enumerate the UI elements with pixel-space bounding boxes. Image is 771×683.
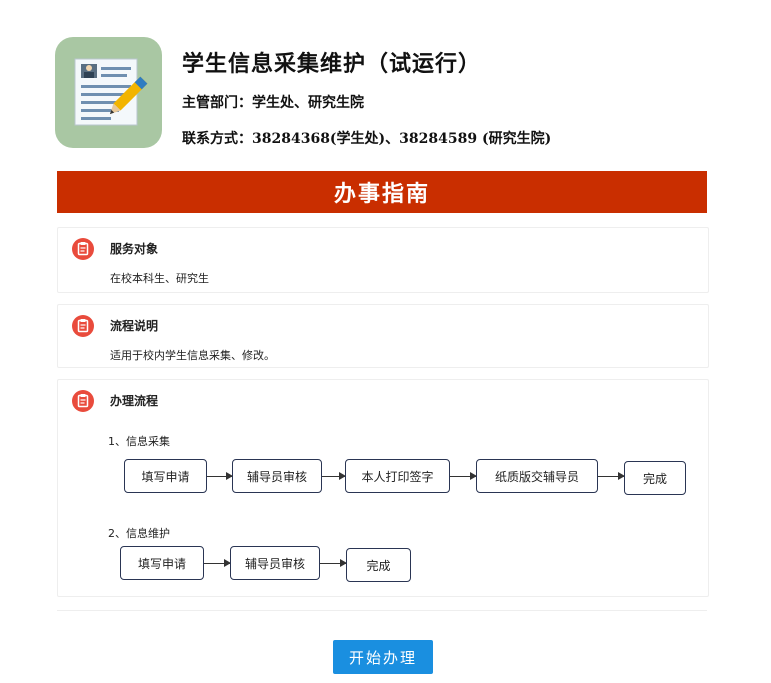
flow-arrow (204, 559, 231, 567)
clipboard-icon (72, 315, 94, 337)
start-processing-button[interactable]: 开始办理 (333, 640, 433, 674)
section-process-flow: 办理流程 1、信息采集 填写申请 辅导员审核 本人打印签字 纸质版交辅导员 完成… (57, 379, 709, 597)
flow-step: 完成 (346, 548, 411, 582)
service-header: 学生信息采集维护（试运行） 主管部门：学生处、研究生院 联系方式：3828436… (55, 37, 715, 149)
clipboard-icon (72, 238, 94, 260)
flow-arrow (322, 472, 346, 480)
section-service-target: 服务对象 在校本科生、研究生 (57, 227, 709, 293)
section-body: 在校本科生、研究生 (110, 272, 209, 285)
section-process-description: 流程说明 适用于校内学生信息采集、修改。 (57, 304, 709, 368)
section-title: 流程说明 (110, 319, 159, 333)
flow-step: 纸质版交辅导员 (476, 459, 598, 493)
department-text: 主管部门：学生处、研究生院 (182, 95, 364, 111)
form-edit-icon (55, 37, 162, 148)
flow-step: 辅导员审核 (230, 546, 320, 580)
divider (57, 610, 707, 611)
flow-step: 本人打印签字 (345, 459, 450, 493)
flow-label-collect: 1、信息采集 (108, 435, 170, 448)
flow-label-maintain: 2、信息维护 (108, 527, 170, 540)
flow-arrow (320, 559, 347, 567)
section-title: 办理流程 (110, 394, 159, 408)
clipboard-icon (72, 390, 94, 412)
contact-text: 联系方式：38284368(学生处)、38284589 (研究生院) (182, 131, 552, 147)
section-title: 服务对象 (110, 242, 159, 256)
flow-arrow (598, 472, 625, 480)
flow-step: 填写申请 (124, 459, 207, 493)
section-body: 适用于校内学生信息采集、修改。 (110, 349, 275, 362)
page-title: 学生信息采集维护（试运行） (182, 52, 482, 77)
guide-banner: 办事指南 (57, 171, 707, 213)
flow-arrow (450, 472, 477, 480)
flow-step: 完成 (624, 461, 686, 495)
flow-step: 辅导员审核 (232, 459, 322, 493)
guide-banner-title: 办事指南 (333, 182, 430, 207)
flow-step: 填写申请 (120, 546, 204, 580)
flow-arrow (207, 472, 233, 480)
